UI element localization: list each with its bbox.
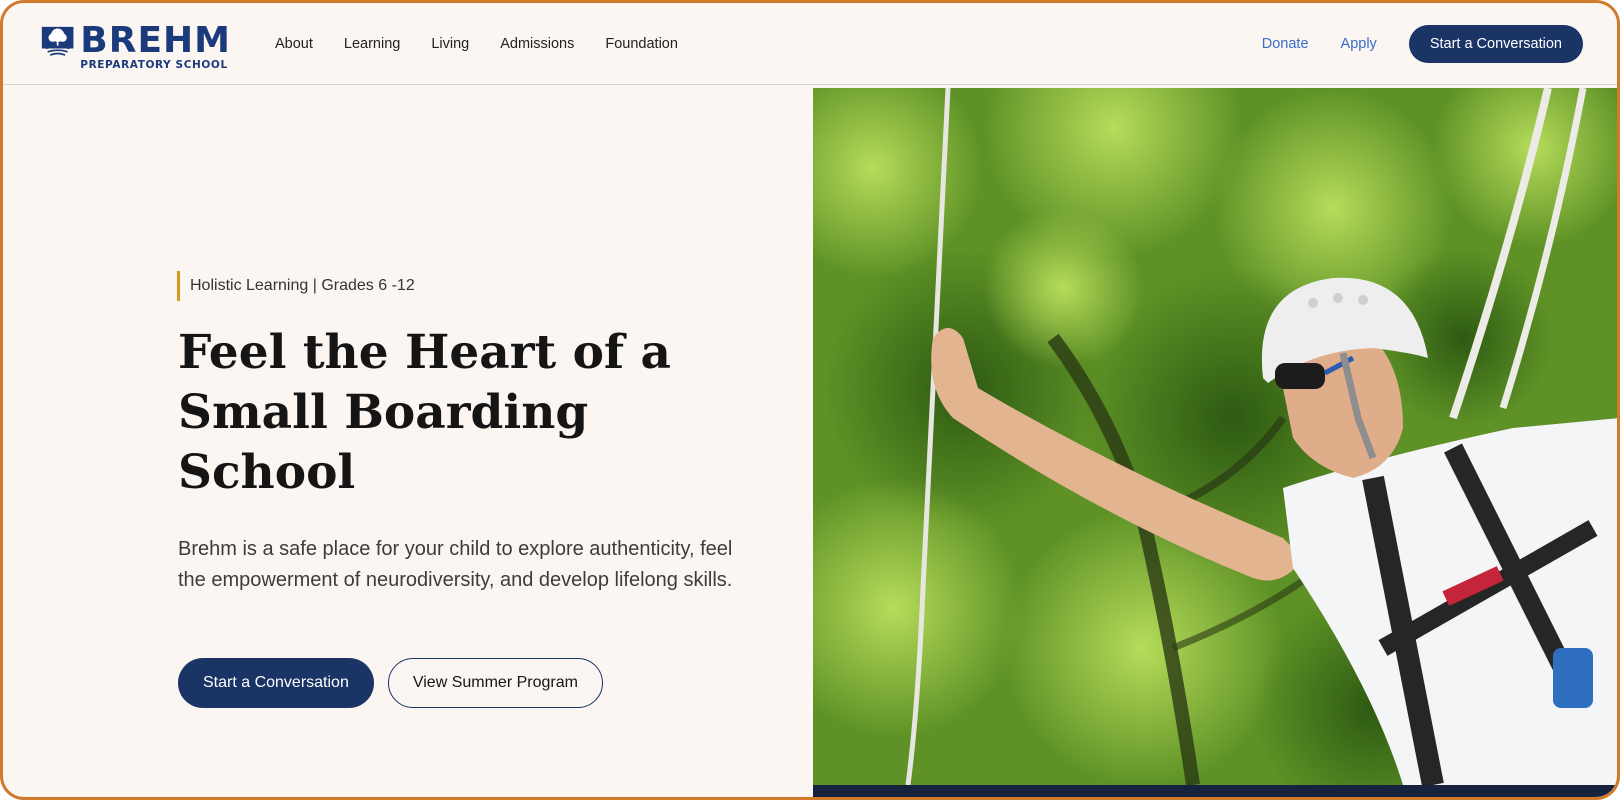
page-frame: BREHM PREPARATORY SCHOOL About Learning … — [0, 0, 1620, 800]
hero-image — [813, 88, 1617, 785]
nav-about[interactable]: About — [275, 36, 313, 52]
hero-headline: Feel the Heart of a Small Boarding Schoo… — [178, 325, 671, 500]
logo-text: BREHM PREPARATORY SCHOOL — [80, 23, 231, 71]
brehm-logo[interactable]: BREHM PREPARATORY SCHOOL — [41, 23, 231, 70]
main-nav: About Learning Living Admissions Foundat… — [275, 3, 709, 85]
logo-subtitle: PREPARATORY SCHOOL — [80, 59, 228, 71]
site-header: BREHM PREPARATORY SCHOOL About Learning … — [3, 3, 1617, 85]
nav-foundation[interactable]: Foundation — [605, 36, 678, 52]
logo-name: BREHM — [80, 20, 231, 61]
header-actions: Donate Apply Start a Conversation — [1262, 3, 1583, 85]
header-start-conversation-button[interactable]: Start a Conversation — [1408, 25, 1583, 63]
nav-living[interactable]: Living — [431, 36, 469, 52]
climber-photo-icon — [813, 88, 1617, 785]
hero-buttons: Start a Conversation View Summer Program — [178, 658, 603, 708]
photo-bottom-bar — [813, 785, 1617, 797]
tree-logo-icon — [41, 26, 74, 56]
start-conversation-button[interactable]: Start a Conversation — [178, 658, 374, 708]
nav-admissions[interactable]: Admissions — [500, 36, 574, 52]
hero-body: Brehm is a safe place for your child to … — [178, 538, 733, 591]
apply-link[interactable]: Apply — [1341, 36, 1377, 52]
nav-learning[interactable]: Learning — [344, 36, 400, 52]
donate-link[interactable]: Donate — [1262, 36, 1309, 52]
view-summer-program-button[interactable]: View Summer Program — [387, 658, 603, 708]
hero-eyebrow: Holistic Learning | Grades 6 -12 — [177, 271, 415, 301]
